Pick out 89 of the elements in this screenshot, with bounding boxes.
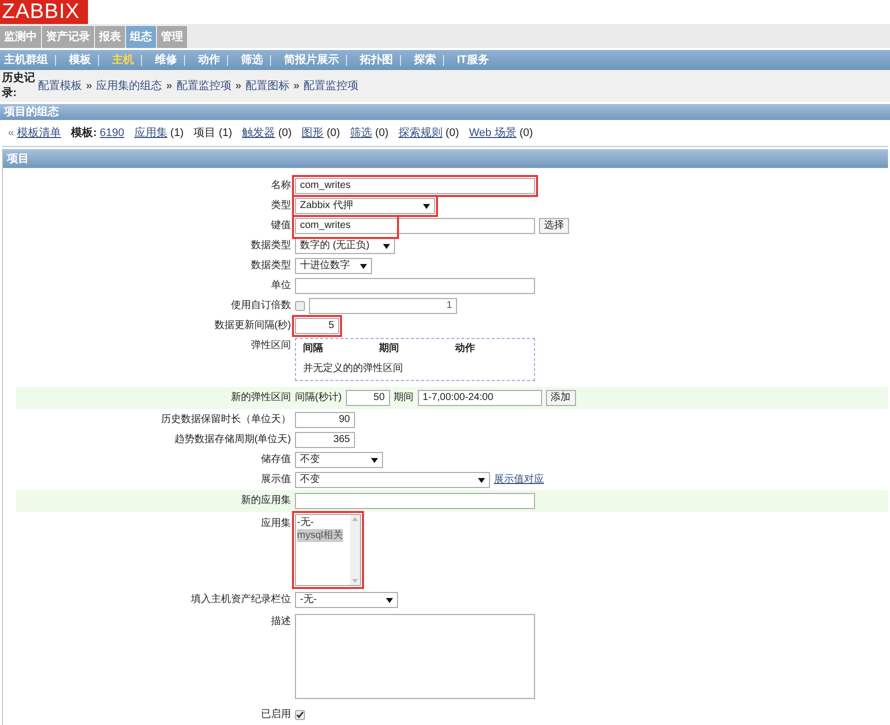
multiplier-input-field[interactable]: 1 — [309, 298, 457, 314]
dropdown-caret-icon — [383, 244, 390, 248]
dropdown-caret-icon — [360, 264, 367, 268]
crumb-link[interactable]: 筛选 — [350, 124, 372, 142]
select-field[interactable]: 不变 — [295, 472, 490, 488]
field-label: 填入主机资产纪录栏位 — [191, 594, 291, 605]
separator-text: » — [166, 78, 172, 94]
crumb-text: 项目 — [194, 126, 216, 141]
empty-message: 并无定义的的弹性区间 — [303, 363, 404, 375]
checkbox[interactable] — [295, 710, 305, 720]
crumb-link[interactable]: 应用集 — [134, 124, 168, 142]
period-label: 期间 — [394, 392, 414, 404]
history-link[interactable]: 配置模板 — [38, 78, 82, 94]
text-input-field[interactable] — [295, 278, 535, 294]
select-field[interactable]: 不变 — [295, 452, 383, 468]
checkbox[interactable] — [295, 301, 305, 311]
separator-text: » — [86, 78, 92, 94]
value-mapping-link[interactable]: 展示值对应 — [494, 474, 544, 486]
select-field[interactable]: Zabbix 代押 — [295, 198, 435, 214]
field-label: 使用自订倍数 — [231, 300, 291, 311]
field-label: 新的弹性区间 — [231, 392, 291, 403]
column-header: 动作 — [455, 343, 475, 355]
interval-input-field[interactable]: 50 — [346, 390, 390, 406]
listbox-field[interactable]: -无- mysql相关 — [295, 514, 361, 586]
scroll-down-icon[interactable] — [352, 579, 358, 583]
field-label: 已启用 — [261, 709, 291, 720]
crumb-count: (0) — [446, 126, 459, 141]
logo: ZABBIX — [0, 0, 88, 24]
text-input-field[interactable]: com_writes — [295, 178, 535, 194]
column-header: 间隔 — [303, 343, 324, 355]
separator-text: » — [235, 78, 242, 94]
description-textarea[interactable] — [295, 614, 535, 699]
history-label: 历史记录: — [2, 71, 36, 101]
crumb-count: (1) — [218, 126, 232, 141]
back-arrow-text: « — [8, 126, 14, 141]
crumb-count: (0) — [278, 126, 292, 141]
field-label: 描述 — [271, 616, 291, 627]
crumb-link[interactable]: 图形 — [302, 124, 324, 142]
number-input-field[interactable]: 365 — [295, 432, 355, 448]
form-title-bar: 项目 — [3, 150, 888, 168]
scroll-up-icon[interactable] — [352, 517, 358, 521]
crumb-link[interactable]: Web 场景 — [469, 124, 516, 142]
select-button[interactable]: 选择 — [539, 218, 569, 234]
key-input-field[interactable]: com_writes — [295, 218, 535, 234]
field-label: 展示值 — [261, 474, 291, 485]
template-list-link[interactable]: 模板清单 — [17, 124, 62, 142]
dropdown-caret-icon — [423, 204, 430, 208]
column-header: 期间 — [379, 343, 400, 355]
field-label: 储存值 — [261, 454, 291, 465]
field-label: 趋势数据存储周期(单位天) — [174, 434, 291, 445]
select-field[interactable]: 数字的 (无正负) — [295, 238, 395, 254]
field-label: 数据类型 — [251, 240, 291, 251]
dropdown-caret-icon — [371, 458, 378, 462]
add-button[interactable]: 添加 — [546, 390, 576, 406]
field-label: 名称 — [271, 180, 291, 191]
period-input-field[interactable]: 1-7,00:00-24:00 — [418, 390, 542, 406]
field-label: 历史数据保留时长（单位天） — [161, 414, 291, 425]
dropdown-caret-icon — [478, 478, 485, 482]
crumb-link[interactable]: 探索规则 — [398, 124, 443, 142]
text-input-field[interactable] — [295, 493, 535, 509]
field-label: 类型 — [271, 200, 291, 211]
separator-text: » — [293, 78, 300, 94]
select-field[interactable]: 十进位数字 — [295, 258, 372, 274]
select-field[interactable]: -无- — [295, 592, 398, 608]
field-label: 应用集 — [261, 518, 291, 529]
number-input-field[interactable]: 90 — [295, 412, 355, 428]
field-label: 键值 — [271, 220, 291, 231]
field-label: 单位 — [271, 280, 291, 291]
dropdown-caret-icon — [386, 598, 393, 602]
crumb-count: (0) — [519, 126, 533, 141]
history-link[interactable]: 应用集的组态 — [96, 78, 162, 94]
field-label: 数据类型 — [251, 260, 291, 271]
crumb-count: (1) — [170, 126, 184, 141]
number-input-field[interactable]: 5 — [295, 318, 339, 334]
field-label: 数据更新间隔(秒) — [214, 320, 291, 331]
crumb-link[interactable]: 触发器 — [242, 124, 276, 142]
listbox-option[interactable]: mysql相关 — [297, 529, 344, 542]
field-label: 弹性区间 — [251, 340, 291, 351]
section-title-bar: 项目的组态 — [0, 104, 890, 120]
field-label: 新的应用集 — [241, 495, 291, 506]
crumb-count: (0) — [375, 126, 389, 141]
interval-label: 间隔(秒计) — [295, 392, 342, 404]
crumb-link[interactable]: 6190 — [100, 124, 124, 142]
history-link[interactable]: 配置图标 — [245, 78, 290, 94]
listbox-option[interactable]: -无- — [297, 516, 314, 529]
history-link[interactable]: 配置监控项 — [304, 78, 358, 94]
template-label: 模板: — [71, 126, 97, 141]
crumb-count: (0) — [326, 126, 340, 141]
history-link[interactable]: 配置监控项 — [176, 78, 232, 94]
